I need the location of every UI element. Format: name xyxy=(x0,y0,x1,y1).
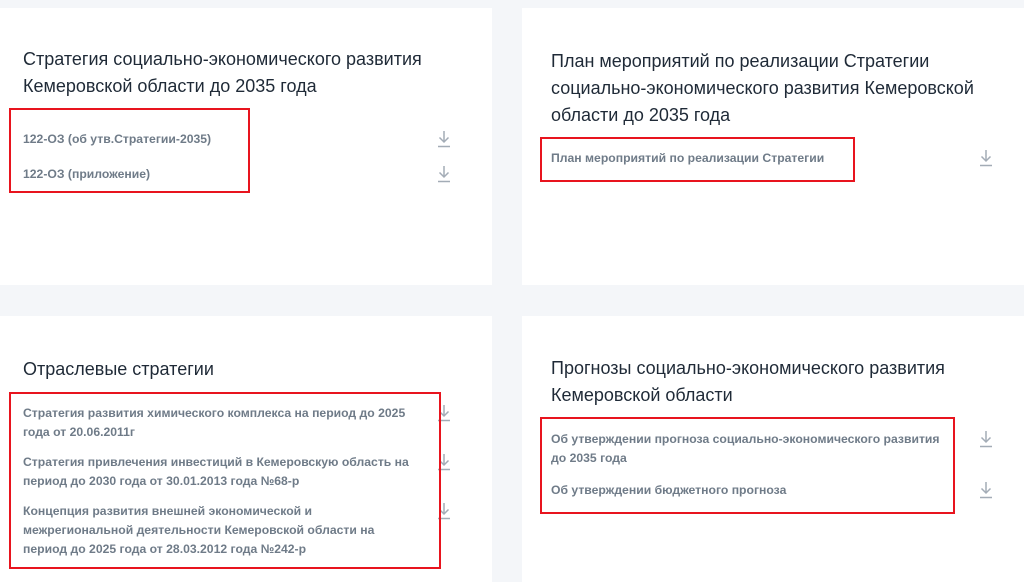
card-forecasts: Прогнозы социально-экономического развит… xyxy=(522,316,1024,582)
highlight-box xyxy=(540,417,955,514)
card-plan: План мероприятий по реализации Стратегии… xyxy=(522,8,1024,285)
card-title: Стратегия социально-экономического разви… xyxy=(23,49,422,96)
highlight-box xyxy=(9,392,441,569)
highlight-box xyxy=(9,108,250,193)
download-icon[interactable] xyxy=(979,481,993,499)
download-icon[interactable] xyxy=(437,165,451,183)
card-title: Отраслевые стратегии xyxy=(23,359,214,379)
download-icon[interactable] xyxy=(979,149,993,167)
card-title: Прогнозы социально-экономического развит… xyxy=(551,358,945,405)
download-icon[interactable] xyxy=(979,430,993,448)
card-title: План мероприятий по реализации Стратегии… xyxy=(551,51,974,125)
download-icon[interactable] xyxy=(437,130,451,148)
highlight-box xyxy=(540,137,855,182)
card-strategy: Стратегия социально-экономического разви… xyxy=(0,8,492,285)
card-sectoral: Отраслевые стратегии Стратегия развития … xyxy=(0,316,492,582)
